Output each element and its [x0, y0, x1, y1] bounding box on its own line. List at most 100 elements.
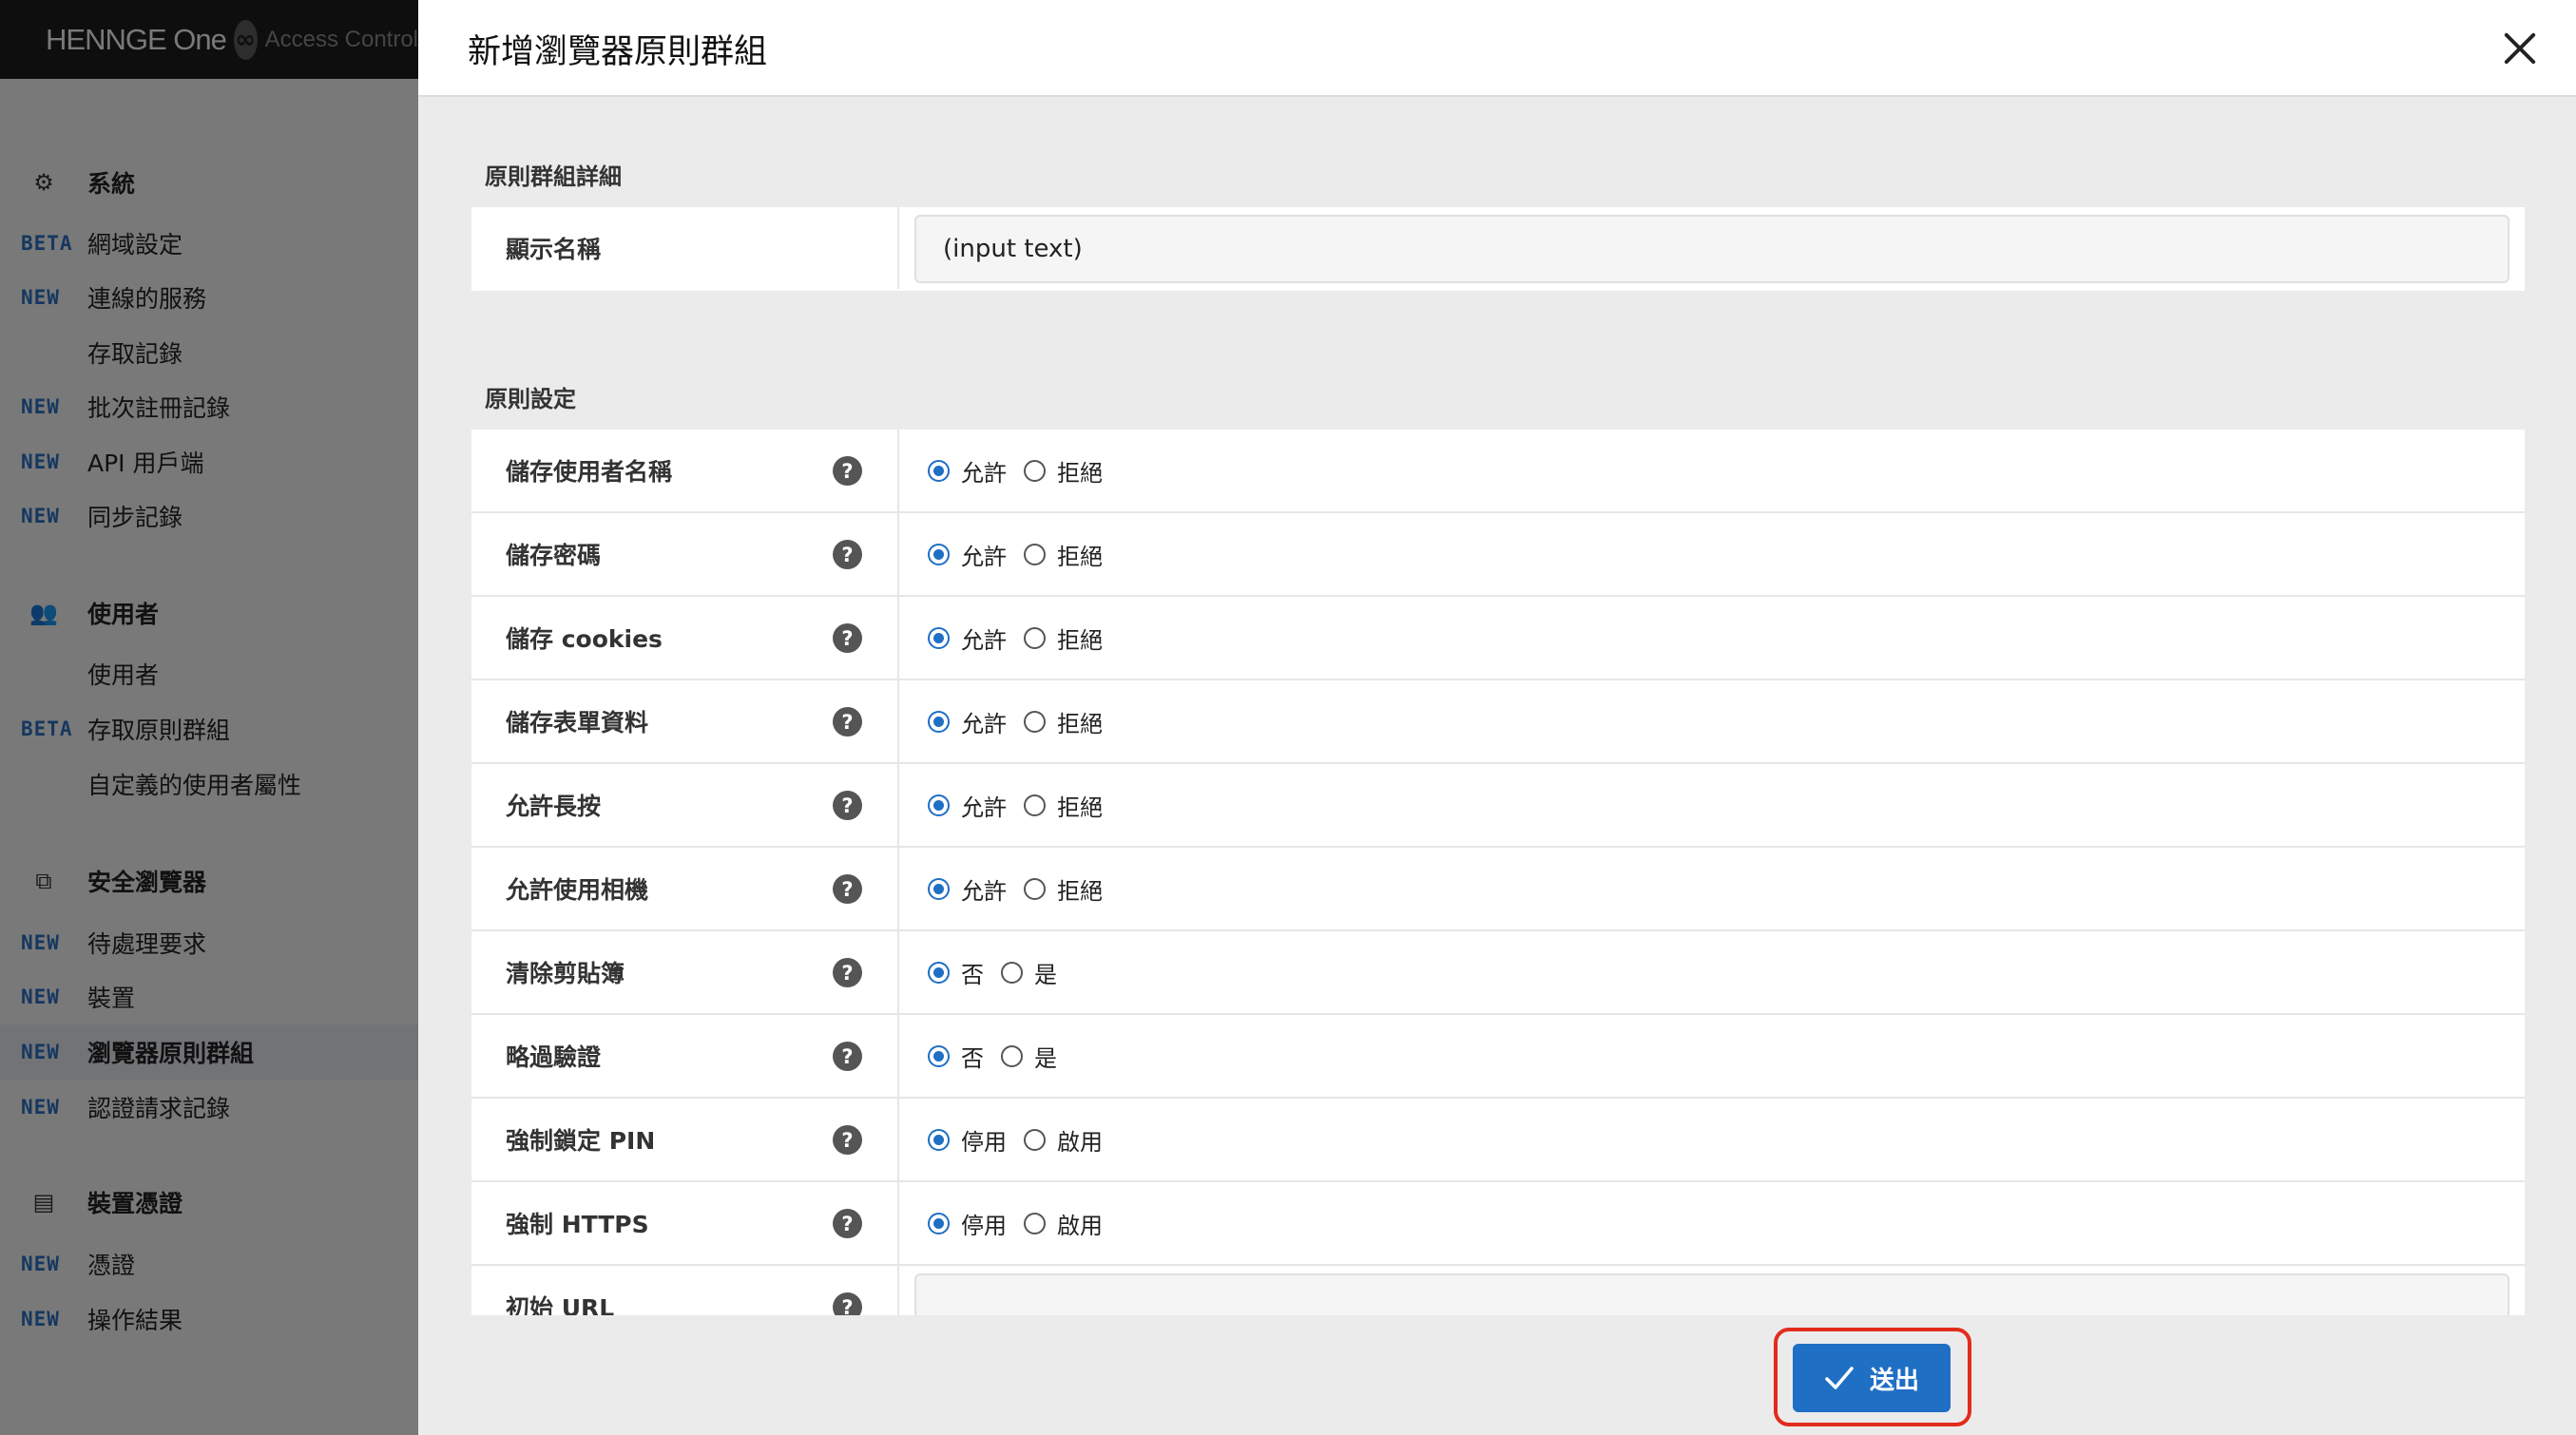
setting-row-start-url: 初始 URL? — [471, 1266, 2525, 1315]
radio-unchecked-icon[interactable] — [1024, 710, 1046, 733]
setting-row-force-pin-lock: 強制鎖定 PIN? 停用 啟用 — [471, 1099, 2525, 1182]
setting-row-skip-auth: 略過驗證? 否是 — [471, 1015, 2525, 1099]
help-icon[interactable]: ? — [833, 1042, 862, 1071]
radio-unchecked-icon[interactable] — [1001, 1044, 1023, 1067]
help-icon[interactable]: ? — [833, 707, 862, 737]
radio-label: 允許 — [961, 543, 1007, 570]
radio-unchecked-icon[interactable] — [1024, 543, 1046, 565]
setting-row-allow-camera: 允許使用相機? 允許 拒絕 — [471, 848, 2525, 931]
radio-label: 啟用 — [1057, 1128, 1103, 1156]
radio-label: 允許 — [961, 710, 1007, 737]
radio-option[interactable]: 啟用 — [1024, 1207, 1103, 1240]
radio-option[interactable]: 允許 — [928, 622, 1007, 655]
radio-checked-icon[interactable] — [928, 961, 950, 984]
radio-unchecked-icon[interactable] — [1024, 877, 1046, 900]
setting-radio-group: 停用 啟用 — [899, 1182, 2525, 1264]
radio-label: 拒絕 — [1057, 877, 1103, 905]
close-icon[interactable] — [2498, 27, 2542, 70]
radio-unchecked-icon[interactable] — [1024, 794, 1046, 816]
radio-option[interactable]: 否 — [928, 1040, 984, 1073]
radio-label: 否 — [961, 1044, 984, 1072]
radio-label: 是 — [1034, 961, 1057, 988]
radio-checked-icon[interactable] — [928, 710, 950, 733]
radio-label: 允許 — [961, 626, 1007, 654]
radio-option[interactable]: 拒絕 — [1024, 705, 1103, 738]
display-name-row: 顯示名稱 — [471, 207, 2525, 291]
radio-option[interactable]: 允許 — [928, 705, 1007, 738]
radio-checked-icon[interactable] — [928, 1212, 950, 1234]
setting-row-force-https: 強制 HTTPS? 停用 啟用 — [471, 1182, 2525, 1266]
radio-label: 拒絕 — [1057, 794, 1103, 821]
details-section-title: 原則群組詳細 — [485, 163, 622, 190]
radio-option[interactable]: 啟用 — [1024, 1123, 1103, 1157]
check-icon — [1825, 1367, 1854, 1389]
radio-option[interactable]: 否 — [928, 956, 984, 989]
radio-checked-icon[interactable] — [928, 1044, 950, 1067]
radio-checked-icon[interactable] — [928, 459, 950, 482]
radio-checked-icon[interactable] — [928, 794, 950, 816]
help-icon[interactable]: ? — [833, 540, 862, 569]
dialog-body[interactable]: 原則群組詳細 顯示名稱 原則設定 儲存使用者名稱?允許拒絕儲存密碼?允許拒絕儲存… — [471, 97, 2525, 1315]
start-url-input[interactable] — [914, 1273, 2509, 1315]
setting-radio-group: 允許 拒絕 — [899, 597, 2525, 679]
radio-option[interactable]: 停用 — [928, 1207, 1007, 1240]
details-table: 顯示名稱 — [471, 207, 2525, 291]
setting-radio-group: 停用 啟用 — [899, 1099, 2525, 1180]
radio-unchecked-icon[interactable] — [1024, 459, 1046, 482]
radio-option[interactable]: 拒絕 — [1024, 538, 1103, 571]
radio-unchecked-icon[interactable] — [1001, 961, 1023, 984]
radio-option[interactable]: 允許 — [928, 454, 1007, 488]
radio-label: 允許 — [961, 794, 1007, 821]
radio-label: 停用 — [961, 1128, 1007, 1156]
display-name-label: 顯示名稱 — [471, 207, 899, 289]
help-icon[interactable]: ? — [833, 1209, 862, 1238]
submit-label: 送出 — [1869, 1366, 1919, 1395]
radio-option[interactable]: 拒絕 — [1024, 622, 1103, 655]
radio-unchecked-icon[interactable] — [1024, 1212, 1046, 1234]
setting-radio-group: 允許 拒絕 — [899, 764, 2525, 846]
dialog-header: 新增瀏覽器原則群組 — [418, 0, 2576, 97]
radio-label: 拒絕 — [1057, 543, 1103, 570]
help-icon[interactable]: ? — [833, 874, 862, 904]
dialog-title: 新增瀏覽器原則群組 — [468, 33, 768, 71]
radio-label: 拒絕 — [1057, 626, 1103, 654]
radio-checked-icon[interactable] — [928, 877, 950, 900]
display-name-input[interactable] — [914, 215, 2509, 283]
radio-option[interactable]: 允許 — [928, 538, 1007, 571]
radio-label: 否 — [961, 961, 984, 988]
help-icon[interactable]: ? — [833, 1125, 862, 1155]
help-icon[interactable]: ? — [833, 623, 862, 653]
setting-radio-group: 否是 — [899, 1015, 2525, 1097]
radio-label: 拒絕 — [1057, 710, 1103, 737]
radio-unchecked-icon[interactable] — [1024, 1128, 1046, 1151]
setting-radio-group: 允許 拒絕 — [899, 430, 2525, 511]
help-icon[interactable]: ? — [833, 1292, 862, 1315]
help-icon[interactable]: ? — [833, 791, 862, 820]
setting-row-clear-clipboard: 清除剪貼簿? 否是 — [471, 931, 2525, 1015]
radio-option[interactable]: 允許 — [928, 872, 1007, 906]
radio-checked-icon[interactable] — [928, 626, 950, 649]
radio-option[interactable]: 停用 — [928, 1123, 1007, 1157]
setting-radio-group: 否是 — [899, 931, 2525, 1013]
radio-option[interactable]: 是 — [1001, 956, 1057, 989]
radio-label: 停用 — [961, 1212, 1007, 1239]
radio-option[interactable]: 是 — [1001, 1040, 1057, 1073]
radio-label: 啟用 — [1057, 1212, 1103, 1239]
setting-row-save-form-data: 儲存表單資料? 允許 拒絕 — [471, 680, 2525, 764]
submit-button[interactable]: 送出 — [1793, 1344, 1951, 1412]
radio-option[interactable]: 拒絕 — [1024, 454, 1103, 488]
radio-label: 是 — [1034, 1044, 1057, 1072]
help-icon[interactable]: ? — [833, 958, 862, 987]
radio-label: 允許 — [961, 459, 1007, 487]
setting-row-allow-long-press: 允許長按? 允許 拒絕 — [471, 764, 2525, 848]
radio-option[interactable]: 拒絕 — [1024, 789, 1103, 822]
help-icon[interactable]: ? — [833, 456, 862, 486]
radio-checked-icon[interactable] — [928, 1128, 950, 1151]
setting-row-save-username: 儲存使用者名稱? 允許 拒絕 — [471, 430, 2525, 513]
modal-backdrop[interactable] — [0, 0, 418, 1435]
radio-option[interactable]: 允許 — [928, 789, 1007, 822]
radio-unchecked-icon[interactable] — [1024, 626, 1046, 649]
radio-option[interactable]: 拒絕 — [1024, 872, 1103, 906]
setting-row-save-cookies: 儲存 cookies? 允許 拒絕 — [471, 597, 2525, 680]
radio-checked-icon[interactable] — [928, 543, 950, 565]
